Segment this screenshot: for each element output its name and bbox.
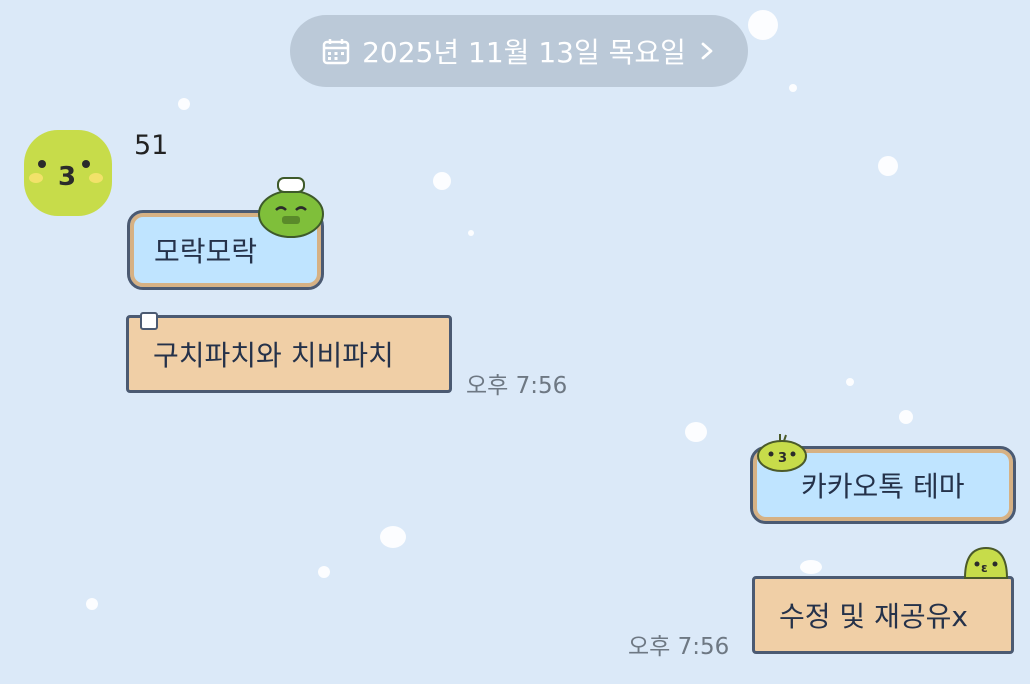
- snow-dot: [86, 598, 98, 610]
- snow-dot: [748, 10, 778, 40]
- snow-dot: [878, 156, 898, 176]
- snow-dot: [318, 566, 330, 578]
- snow-dot: [800, 560, 822, 574]
- snow-dot: [899, 410, 913, 424]
- snow-dot: [178, 98, 190, 110]
- message-text: 수정 및 재공유x: [779, 600, 968, 633]
- corner-square-icon: [140, 312, 158, 330]
- date-header[interactable]: 2025년 11월 13일 목요일: [290, 15, 748, 87]
- yellow-chick-peek-icon: ε: [963, 546, 1009, 579]
- received-message-bubble[interactable]: 구치파치와 치비파치: [126, 315, 452, 393]
- message-time: 오후 7:56: [628, 634, 730, 660]
- date-text: 2025년 11월 13일 목요일: [362, 36, 686, 69]
- yellow-chick-icon: 3: [757, 434, 807, 472]
- snow-dot: [685, 422, 707, 442]
- snow-dot: [789, 84, 797, 92]
- avatar[interactable]: 3: [22, 128, 114, 218]
- sent-message-bubble[interactable]: 수정 및 재공유x: [752, 576, 1014, 654]
- svg-text:3: 3: [58, 162, 76, 192]
- svg-text:3: 3: [778, 451, 787, 466]
- snow-dot: [468, 230, 474, 236]
- snow-dot: [380, 526, 406, 548]
- message-text: 카카오톡 테마: [801, 470, 965, 503]
- calendar-icon: [322, 39, 350, 65]
- chevron-right-icon: [701, 42, 713, 60]
- message-text: 모락모락: [154, 235, 258, 268]
- svg-text:ε: ε: [981, 561, 988, 575]
- snow-dot: [846, 378, 854, 386]
- message-text: 구치파치와 치비파치: [153, 339, 394, 372]
- sender-name: 51: [134, 130, 169, 161]
- message-time: 오후 7:56: [466, 373, 568, 399]
- snow-dot: [433, 172, 451, 190]
- green-frog-chef-icon: [258, 177, 324, 238]
